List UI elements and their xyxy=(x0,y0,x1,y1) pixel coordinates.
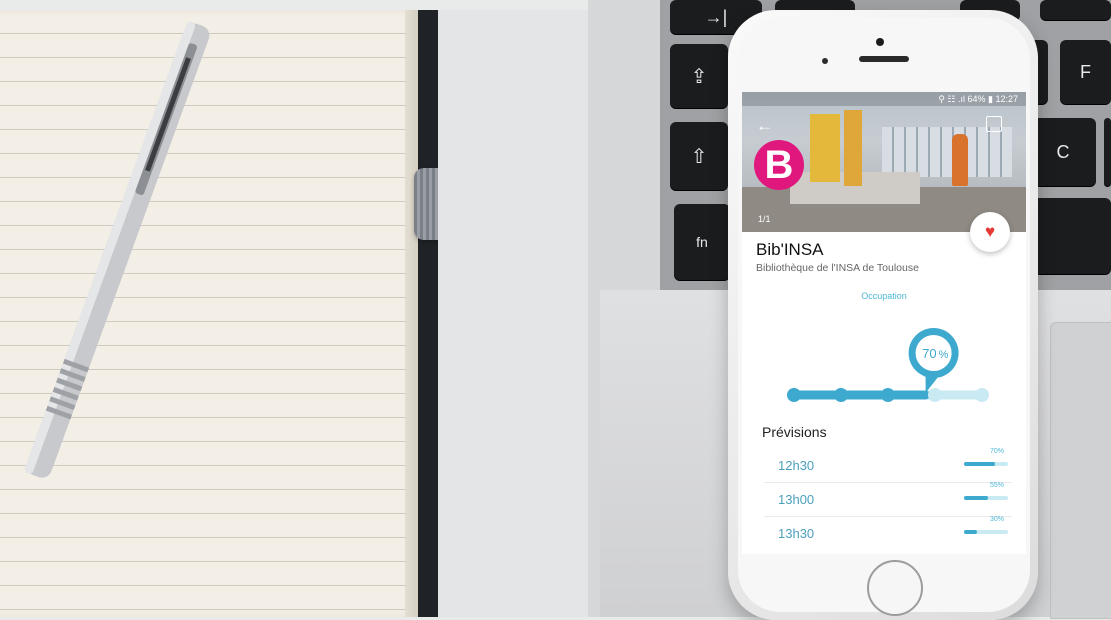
photo-shelves xyxy=(882,127,1012,177)
keyboard-key-caps-lock: ⇪ xyxy=(670,44,728,108)
bibinsa-logo: B xyxy=(754,140,804,190)
forecast-bar xyxy=(964,530,1008,534)
photo-person xyxy=(952,134,968,186)
occupation-step-dot xyxy=(975,388,989,402)
proximity-sensor xyxy=(822,58,828,64)
occupation-value: 70 xyxy=(922,346,936,361)
gallery-icon[interactable] xyxy=(986,116,1002,132)
forecast-bar-fill xyxy=(964,496,989,500)
forecast-row[interactable]: 12h30 70% xyxy=(764,448,1012,483)
occupation-step-dot xyxy=(787,388,801,402)
keyboard-key-f: F xyxy=(1060,40,1111,104)
keyboard-key xyxy=(1030,198,1111,274)
occupation-label: Occupation xyxy=(861,291,907,301)
forecast-time: 12h30 xyxy=(778,458,815,473)
trackpad xyxy=(1050,322,1111,619)
library-subtitle: Bibliothèque de l'INSA de Toulouse xyxy=(756,262,919,274)
keyboard-key-c: C xyxy=(1030,118,1096,186)
library-name: Bib'INSA xyxy=(756,240,824,259)
notebook-cover xyxy=(418,10,438,617)
forecast-bar xyxy=(964,496,1008,500)
photo-yellow-panel xyxy=(810,114,840,182)
front-camera xyxy=(876,38,884,46)
occupation-unit: % xyxy=(939,349,949,361)
keyboard-key xyxy=(1040,0,1111,20)
forecast-row[interactable]: 13h30 30% xyxy=(764,516,1012,550)
keyboard-key-shift: ⇧ xyxy=(670,122,728,190)
keyboard-key xyxy=(1104,118,1111,186)
forecast-time: 13h30 xyxy=(778,526,815,541)
forecast-bar xyxy=(964,462,1008,466)
pen xyxy=(24,21,210,478)
forecast-row[interactable]: 13h00 55% xyxy=(764,482,1012,517)
favorite-button[interactable]: ♥ xyxy=(970,212,1010,252)
library-photo: B xyxy=(742,92,1026,232)
status-bar: ⚲ ☷ .ıl 64% ▮ 12:27 xyxy=(742,92,1026,106)
occupation-pin: 70 % xyxy=(908,328,959,393)
forecast-percent: 30% xyxy=(989,516,1004,523)
forecast-bar-fill xyxy=(964,530,978,534)
occupation-step-dot xyxy=(928,388,942,402)
forecast-percent: 55% xyxy=(989,482,1004,489)
occupation-gauge: 70 % xyxy=(787,328,989,402)
forecast-time: 13h00 xyxy=(778,492,815,507)
photo-yellow-panel xyxy=(844,110,862,186)
home-button[interactable] xyxy=(867,560,923,616)
back-arrow-icon[interactable]: ← xyxy=(756,116,773,136)
heart-icon: ♥ xyxy=(984,222,996,241)
forecasts-title: Prévisions xyxy=(762,424,827,440)
forecast-percent: 70% xyxy=(989,448,1004,455)
occupation-step-dot xyxy=(834,388,848,402)
desk-surface xyxy=(438,10,588,617)
earpiece xyxy=(859,56,909,62)
occupation-step-dot xyxy=(881,388,895,402)
keyboard-key-fn: fn xyxy=(674,204,730,280)
phone-screen: B ⚲ ☷ .ıl 64% ▮ 12:27 ← 1/1 ♥ Bib'INSA B… xyxy=(742,92,1026,554)
image-counter: 1/1 xyxy=(758,214,771,224)
forecast-bar-fill xyxy=(964,462,995,466)
